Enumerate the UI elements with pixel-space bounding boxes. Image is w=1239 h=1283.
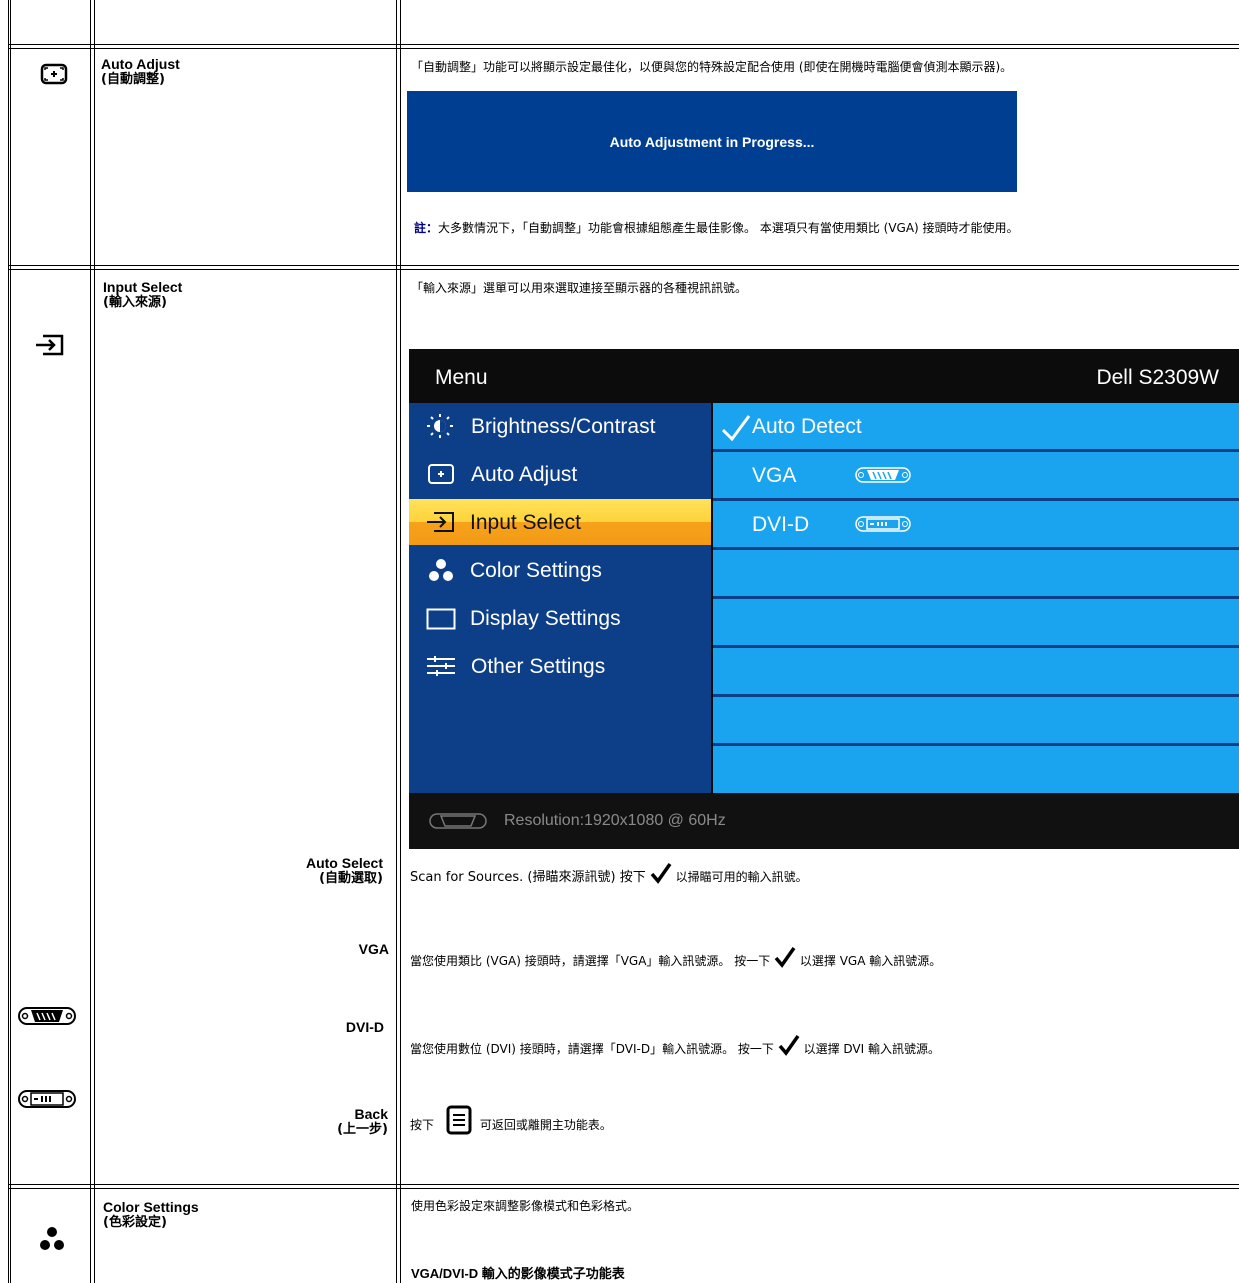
input-select-icon (34, 334, 66, 359)
osd-submenu: Auto Detect VGA DVI-D (713, 403, 1239, 793)
osd-resolution: Resolution:1920x1080 @ 60Hz (504, 812, 726, 829)
auto-select-title: Auto Select (305, 855, 383, 871)
osd-main-menu: Brightness/Contrast Auto Adjust Input Se… (409, 403, 711, 793)
note-text: 大多數情況下，「自動調整」功能會根據組態產生最佳影像。 本選項只有當使用類比 (… (438, 221, 1019, 235)
osd-item-color-settings: Color Settings (409, 547, 711, 593)
color-settings-title: Color Settings (103, 1199, 199, 1215)
row-divider (8, 1188, 1239, 1189)
osd-item-auto-adjust: Auto Adjust (409, 451, 711, 497)
table-border (10, 0, 11, 1283)
osd-sub-item-label: Auto Detect (752, 415, 862, 438)
osd-sub-item-label: DVI-D (752, 513, 810, 536)
color-dots-icon (427, 557, 455, 589)
osd-menu-title: Menu (435, 366, 488, 389)
row-divider (8, 265, 1239, 266)
checkmark-icon (774, 946, 796, 968)
input-select-icon (425, 511, 457, 539)
table-border (8, 0, 9, 1283)
submenu-heading: VGA/DVI-D 輸入的影像模式子功能表 (411, 1266, 625, 1281)
dvi-description: 當您使用數位 (DVI) 接頭時，請選擇「DVI-D」輸入訊號源。 按一下 以選… (410, 1034, 940, 1057)
row-text: 當您使用類比 (VGA) 接頭時，請選擇「VGA」輸入訊號源。 按一下 (410, 954, 771, 968)
auto-adjust-note: 註：大多數情況下，「自動調整」功能會根據組態產生最佳影像。 本選項只有當使用類比… (414, 219, 1019, 236)
checkmark-icon (650, 862, 672, 884)
row-text: 按下 (410, 1118, 435, 1132)
auto-adjust-title-cjk: (自動調整) (101, 72, 165, 87)
osd-item-label: Other Settings (471, 655, 606, 678)
osd-sub-item-empty (713, 599, 1239, 645)
osd-item-label: Brightness/Contrast (471, 415, 656, 438)
display-rect-icon (426, 608, 456, 636)
osd-header: Menu Dell S2309W (409, 349, 1239, 403)
table-border (400, 0, 401, 1283)
osd-item-label: Input Select (470, 511, 581, 534)
osd-sub-item-dvi: DVI-D (713, 501, 1239, 547)
row-text: 當您使用數位 (DVI) 接頭時，請選擇「DVI-D」輸入訊號源。 按一下 (410, 1042, 774, 1056)
osd-sub-item-empty (713, 697, 1239, 743)
osd-item-display-settings: Display Settings (409, 595, 711, 641)
auto-select-title-cjk: (自動選取) (319, 871, 383, 886)
row-text: 以選擇 VGA 輸入訊號源。 (796, 954, 942, 968)
vga-connector-icon (429, 810, 487, 835)
osd-item-other-settings: Other Settings (409, 643, 711, 689)
color-settings-description: 使用色彩設定來調整影像模式和色彩格式。 (411, 1199, 640, 1213)
row-divider (8, 1184, 1239, 1185)
row-text: 以掃瞄可用的輸入訊號。 (671, 870, 808, 884)
auto-select-label: Auto Select (自動選取) (183, 855, 383, 887)
color-dots-icon (38, 1226, 66, 1255)
back-title: Back (354, 1106, 388, 1122)
auto-adjust-banner-text: Auto Adjustment in Progress... (609, 133, 815, 150)
osd-sub-item-empty (713, 648, 1239, 694)
sun-icon (425, 413, 455, 445)
back-title-cjk: (上一步) (337, 1122, 388, 1137)
auto-adjust-icon (427, 463, 455, 491)
row-divider (8, 44, 1239, 45)
dvi-connector-icon (18, 1088, 76, 1113)
vga-connector-icon (18, 1005, 76, 1030)
vga-label: VGA (358, 941, 389, 957)
input-select-title-cjk: (輸入來源) (103, 295, 167, 310)
row-text: 可返回或離開主功能表。 (479, 1118, 612, 1132)
auto-adjust-description: 「自動調整」功能可以將顯示設定最佳化，以便與您的特殊設定配合使用 (即使在開機時… (411, 60, 1013, 74)
osd-sub-item-vga: VGA (713, 452, 1239, 498)
row-text: 以選擇 DVI 輸入訊號源。 (799, 1042, 940, 1056)
sliders-icon (426, 655, 456, 683)
row-divider (8, 48, 1239, 49)
osd-menu-screenshot: Menu Dell S2309W Brightness/Contrast Aut… (409, 349, 1239, 849)
back-label: Back (上一步) (188, 1106, 388, 1138)
osd-item-brightness: Brightness/Contrast (409, 403, 711, 449)
dvi-connector-icon (855, 513, 911, 538)
osd-item-label: Color Settings (470, 559, 602, 582)
input-select-title: Input Select (103, 279, 183, 295)
vga-description: 當您使用類比 (VGA) 接頭時，請選擇「VGA」輸入訊號源。 按一下 以選擇 … (410, 946, 941, 969)
row-divider (8, 269, 1239, 270)
menu-button-icon (446, 1105, 472, 1135)
table-border (90, 0, 91, 1283)
color-settings-title-cjk: (色彩設定) (103, 1215, 167, 1230)
osd-model: Dell S2309W (1096, 366, 1219, 389)
osd-item-label: Auto Adjust (471, 463, 578, 486)
osd-item-label: Display Settings (470, 607, 621, 630)
checkmark-icon (721, 414, 751, 445)
osd-sub-item-auto-detect: Auto Detect (713, 403, 1239, 449)
osd-sub-item-label: VGA (752, 464, 797, 487)
table-border (94, 0, 95, 1283)
table-border (396, 0, 397, 1283)
osd-sub-item-empty (713, 550, 1239, 596)
auto-adjust-title: Auto Adjust (101, 56, 180, 72)
vga-connector-icon (855, 464, 911, 489)
back-description: 按下 可返回或離開主功能表。 (410, 1105, 612, 1135)
row-text: Scan for Sources. (掃瞄來源訊號) 按下 (410, 870, 646, 885)
auto-adjust-icon (40, 63, 68, 88)
osd-footer: Resolution:1920x1080 @ 60Hz (409, 793, 1239, 849)
osd-sub-item-empty (713, 746, 1239, 793)
checkmark-icon (778, 1034, 800, 1056)
note-label: 註： (414, 221, 439, 235)
dvi-label: DVI-D (345, 1019, 384, 1035)
auto-select-description: Scan for Sources. (掃瞄來源訊號) 按下 以掃瞄可用的輸入訊號… (410, 862, 808, 885)
auto-adjust-banner: Auto Adjustment in Progress... (407, 91, 1017, 192)
input-select-description: 「輸入來源」選單可以用來選取連接至顯示器的各種視訊訊號。 (411, 281, 748, 295)
osd-item-input-select: Input Select (409, 499, 711, 545)
